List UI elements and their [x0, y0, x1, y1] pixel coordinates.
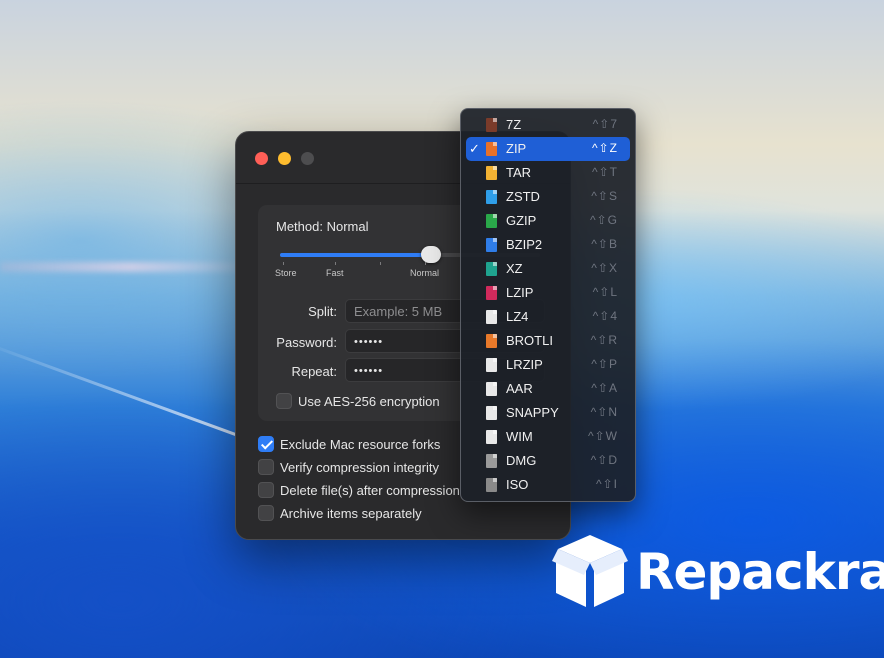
archive-file-icon: [486, 214, 497, 228]
keyboard-shortcut: ^⇧I: [595, 477, 618, 491]
checkmark-icon: ✓: [469, 141, 480, 156]
format-name: AAR: [506, 381, 533, 396]
aes-checkbox[interactable]: [276, 393, 292, 409]
archive-file-icon: [486, 166, 497, 180]
verify-integrity-label: Verify compression integrity: [280, 460, 439, 475]
format-name: ISO: [506, 477, 529, 492]
method-slider-fill: [280, 253, 431, 257]
format-name: GZIP: [506, 213, 537, 228]
format-name: BZIP2: [506, 237, 543, 252]
keyboard-shortcut: ^⇧G: [589, 213, 618, 227]
keyboard-shortcut: ^⇧W: [587, 429, 618, 443]
keyboard-shortcut: ^⇧P: [591, 357, 618, 371]
keyboard-shortcut: ^⇧T: [591, 165, 618, 179]
exclude-forks-label: Exclude Mac resource forks: [280, 437, 441, 452]
format-item-lzip[interactable]: LZIP ^⇧L: [466, 281, 630, 305]
format-name: SNAPPY: [506, 405, 559, 420]
minimize-button[interactable]: [278, 152, 291, 165]
format-name: ZIP: [506, 141, 527, 156]
keyboard-shortcut: ^⇧A: [591, 381, 618, 395]
format-item-gzip[interactable]: GZIP ^⇧G: [466, 209, 630, 233]
watermark: Repackra: [552, 531, 884, 611]
verify-integrity-checkbox[interactable]: [258, 459, 274, 475]
keyboard-shortcut: ^⇧R: [590, 333, 618, 347]
format-item-lrzip[interactable]: LRZIP ^⇧P: [466, 353, 630, 377]
keyboard-shortcut: ^⇧S: [591, 189, 618, 203]
archive-file-icon: [486, 118, 497, 132]
format-item-tar[interactable]: TAR ^⇧T: [466, 161, 630, 185]
wallpaper-streak: [0, 340, 263, 446]
format-item-dmg[interactable]: DMG ^⇧D: [466, 449, 630, 473]
format-item-bzip2[interactable]: BZIP2 ^⇧B: [466, 233, 630, 257]
format-item-7z[interactable]: 7Z ^⇧7: [466, 113, 630, 137]
format-name: ZSTD: [506, 189, 540, 204]
box-icon: [552, 535, 628, 607]
password-label: Password:: [276, 335, 337, 350]
archive-file-icon: [486, 142, 497, 156]
format-name: LRZIP: [506, 357, 543, 372]
archive-file-icon: [486, 406, 497, 420]
format-name: WIM: [506, 429, 533, 444]
repeat-label: Repeat:: [291, 364, 337, 379]
aes-label: Use AES-256 encryption: [298, 394, 440, 409]
keyboard-shortcut: ^⇧L: [592, 285, 618, 299]
archive-separately-checkbox[interactable]: [258, 505, 274, 521]
format-item-zstd[interactable]: ZSTD ^⇧S: [466, 185, 630, 209]
archive-file-icon: [486, 262, 497, 276]
delete-after-checkbox[interactable]: [258, 482, 274, 498]
archive-file-icon: [486, 430, 497, 444]
format-item-aar[interactable]: AAR ^⇧A: [466, 377, 630, 401]
slider-tick: [380, 262, 381, 265]
split-label: Split:: [308, 304, 337, 319]
format-name: LZ4: [506, 309, 529, 324]
format-name: XZ: [506, 261, 523, 276]
archive-file-icon: [486, 382, 497, 396]
speed-label-fast: Fast: [326, 268, 344, 278]
keyboard-shortcut: ^⇧4: [592, 309, 618, 323]
zoom-button[interactable]: [301, 152, 314, 165]
format-name: DMG: [506, 453, 537, 468]
archive-file-icon: [486, 454, 497, 468]
format-item-wim[interactable]: WIM ^⇧W: [466, 425, 630, 449]
archive-file-icon: [486, 358, 497, 372]
archive-file-icon: [486, 238, 497, 252]
slider-tick: [283, 262, 284, 265]
format-item-xz[interactable]: XZ ^⇧X: [466, 257, 630, 281]
archive-file-icon: [486, 286, 497, 300]
format-name: TAR: [506, 165, 532, 180]
method-slider-thumb[interactable]: [420, 246, 441, 263]
watermark-text: Repackra: [636, 543, 884, 601]
keyboard-shortcut: ^⇧7: [592, 117, 618, 131]
close-button[interactable]: [255, 152, 268, 165]
archive-file-icon: [486, 190, 497, 204]
format-dropdown-menu: 7Z ^⇧7 ✓ ZIP ^⇧Z TAR ^⇧T ZSTD ^⇧S GZIP ^⇧G BZIP2 ^⇧B…: [460, 108, 636, 502]
format-item-iso[interactable]: ISO ^⇧I: [466, 473, 630, 497]
format-item-snappy[interactable]: SNAPPY ^⇧N: [466, 401, 630, 425]
archive-separately-label: Archive items separately: [280, 506, 422, 521]
slider-tick: [335, 262, 336, 265]
keyboard-shortcut: ^⇧Z: [591, 141, 618, 155]
method-label: Method: Normal: [276, 219, 369, 234]
format-name: 7Z: [506, 117, 522, 132]
speed-label-normal: Normal: [410, 268, 440, 278]
format-name: BROTLI: [506, 333, 553, 348]
wallpaper-glow: [0, 262, 260, 272]
delete-after-label: Delete file(s) after compression: [280, 483, 460, 498]
keyboard-shortcut: ^⇧X: [591, 261, 618, 275]
keyboard-shortcut: ^⇧N: [590, 405, 618, 419]
keyboard-shortcut: ^⇧B: [591, 237, 618, 251]
keyboard-shortcut: ^⇧D: [590, 453, 618, 467]
format-item-lz4[interactable]: LZ4 ^⇧4: [466, 305, 630, 329]
format-item-zip[interactable]: ✓ ZIP ^⇧Z: [466, 137, 630, 161]
slider-tick: [425, 262, 426, 265]
exclude-forks-checkbox[interactable]: [258, 436, 274, 452]
format-name: LZIP: [506, 285, 534, 300]
speed-label-store: Store: [275, 268, 297, 278]
archive-file-icon: [486, 334, 497, 348]
archive-file-icon: [486, 310, 497, 324]
format-item-brotli[interactable]: BROTLI ^⇧R: [466, 329, 630, 353]
archive-file-icon: [486, 478, 497, 492]
